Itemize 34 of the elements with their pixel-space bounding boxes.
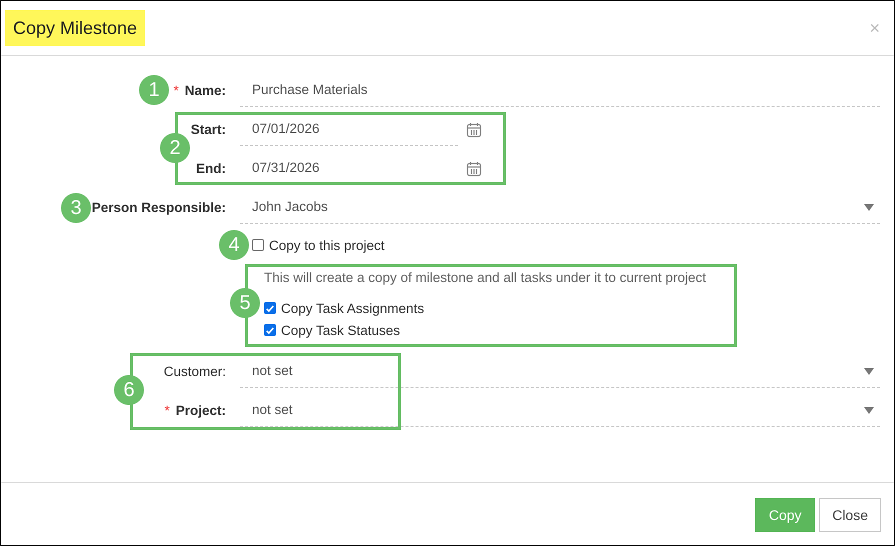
field-label: Start: — [190, 122, 226, 137]
callout-number: 6 — [114, 375, 144, 405]
date-field[interactable]: 07/01/2026 — [240, 113, 458, 146]
caret-icon — [864, 368, 874, 374]
dropdown-field[interactable]: not set — [240, 394, 880, 427]
dropdown-field[interactable]: John Jacobs — [240, 191, 880, 224]
field-label: Customer: — [164, 364, 226, 379]
close-button[interactable]: Close — [819, 498, 881, 532]
required-mark: * — [173, 83, 179, 98]
callout-number: 5 — [230, 288, 260, 318]
hint-text: This will create a copy of milestone and all tasks under it to current project — [263, 269, 707, 287]
calendar-icon[interactable] — [466, 122, 482, 138]
calendar-icon[interactable] — [466, 160, 482, 176]
field-label: Name: — [184, 83, 226, 98]
callout-number: 4 — [219, 230, 249, 260]
checkbox-label: Copy to this project — [269, 238, 385, 252]
dialog-title: Copy Milestone — [5, 10, 146, 46]
caret-icon — [864, 406, 874, 414]
callout-number: 2 — [160, 133, 190, 163]
field-label: End: — [196, 161, 226, 176]
checkbox-label: Copy Task Assignments — [281, 300, 424, 316]
caret-icon — [864, 204, 874, 210]
checkbox[interactable] — [264, 302, 276, 314]
callout-number: 1 — [139, 75, 169, 105]
required-mark: * — [164, 403, 170, 418]
checkbox[interactable] — [264, 324, 276, 336]
callout-number: 3 — [61, 193, 91, 223]
text-field[interactable]: Purchase Materials — [240, 74, 880, 107]
checkbox[interactable] — [252, 239, 264, 251]
field-label: Project: — [176, 403, 226, 418]
checkbox-label: Copy Task Statuses — [281, 322, 400, 338]
field-label: Person Responsible: — [92, 200, 226, 215]
dropdown-field[interactable]: not set — [240, 355, 880, 388]
date-field[interactable]: 07/31/2026 — [240, 152, 458, 185]
